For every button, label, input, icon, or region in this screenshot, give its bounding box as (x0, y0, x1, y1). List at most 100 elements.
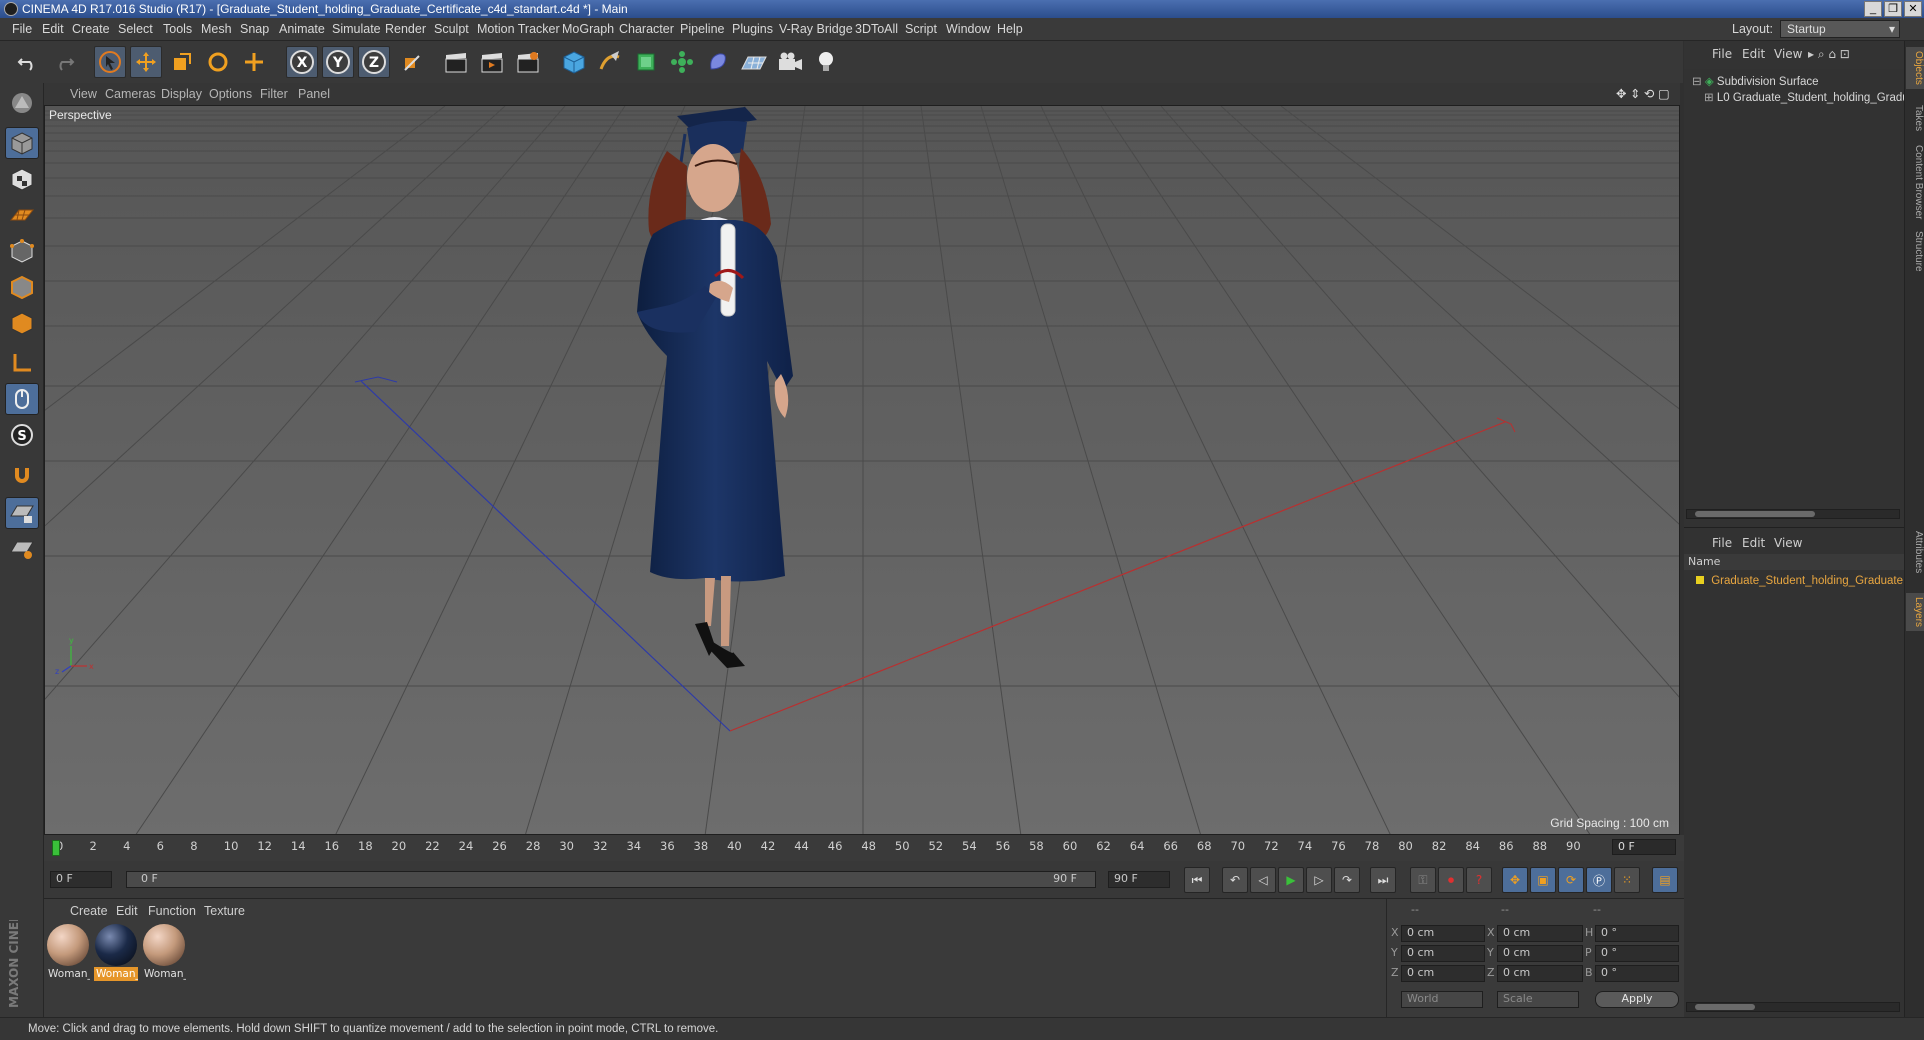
edges-mode-button[interactable] (5, 271, 39, 303)
apply-button[interactable]: Apply (1595, 991, 1679, 1008)
timeline-ticks[interactable]: 0246810121416182022242628303234363840424… (52, 838, 1604, 860)
position-z-field[interactable]: 0 cm (1401, 965, 1485, 982)
menu-mograph[interactable]: MoGraph (562, 22, 614, 36)
tab-takes[interactable]: Takes (1906, 101, 1924, 135)
layers-menu-edit[interactable]: Edit (1742, 536, 1765, 550)
size-x-field[interactable]: 0 cm (1497, 925, 1583, 942)
preview-range-slider[interactable]: 0 F 90 F (126, 871, 1096, 888)
menu-vray-bridge[interactable]: V-Ray Bridge (779, 22, 853, 36)
menu-render[interactable]: Render (385, 22, 426, 36)
pen-spline-button[interactable] (594, 46, 626, 78)
floor-button[interactable] (738, 46, 770, 78)
y-axis-lock-button[interactable]: Y (322, 46, 354, 78)
rotate-tool-button[interactable] (202, 46, 234, 78)
viewport-menu-display[interactable]: Display (161, 87, 202, 101)
move-tool-button[interactable] (130, 46, 162, 78)
menu-script[interactable]: Script (905, 22, 937, 36)
menu-edit[interactable]: Edit (42, 22, 64, 36)
menu-3dtoall[interactable]: 3DToAll (855, 22, 898, 36)
tab-structure[interactable]: Structure (1906, 227, 1924, 276)
menu-pipeline[interactable]: Pipeline (680, 22, 724, 36)
snapping-button[interactable] (5, 459, 39, 491)
camera-button[interactable] (774, 46, 806, 78)
end-frame-field[interactable]: 90 F (1108, 871, 1170, 888)
rotation-p-field[interactable]: 0 ° (1595, 945, 1679, 962)
menu-animate[interactable]: Animate (279, 22, 325, 36)
viewport-perspective[interactable]: y x z Perspective Grid Spacing : 100 cm (44, 105, 1680, 835)
render-view-button[interactable] (440, 46, 472, 78)
x-axis-lock-button[interactable]: X (286, 46, 318, 78)
position-x-field[interactable]: 0 cm (1401, 925, 1485, 942)
points-mode-button[interactable] (5, 235, 39, 267)
light-button[interactable] (810, 46, 842, 78)
menu-mesh[interactable]: Mesh (201, 22, 232, 36)
live-selection-button[interactable] (94, 46, 126, 78)
menu-character[interactable]: Character (619, 22, 674, 36)
go-to-start-button[interactable]: ⏮ (1184, 867, 1210, 893)
go-to-end-button[interactable]: ⏭ (1370, 867, 1396, 893)
transform-tool-button[interactable] (238, 46, 270, 78)
size-mode-dropdown[interactable]: Scale (1497, 991, 1579, 1008)
object-tree-scrollbar[interactable] (1686, 509, 1900, 519)
close-button[interactable]: ✕ (1904, 1, 1922, 17)
material-menu-create[interactable]: Create (70, 904, 108, 918)
layers-menu-view[interactable]: View (1774, 536, 1802, 550)
tab-layers[interactable]: Layers (1906, 593, 1924, 632)
layer-item[interactable]: Graduate_Student_holding_Graduate (1684, 572, 1904, 590)
objects-menu-view[interactable]: View (1774, 47, 1802, 61)
z-axis-lock-button[interactable]: Z (358, 46, 390, 78)
layers-scrollbar[interactable] (1686, 1002, 1900, 1012)
coordinate-system-button[interactable] (396, 46, 428, 78)
minimize-button[interactable]: _ (1864, 1, 1882, 17)
autokey-button[interactable]: ? (1466, 867, 1492, 893)
previous-frame-button[interactable]: ◁ (1250, 867, 1276, 893)
restore-button[interactable]: ❐ (1884, 1, 1902, 17)
layers-menu-file[interactable]: File (1712, 536, 1732, 550)
render-picture-viewer-button[interactable] (476, 46, 508, 78)
rotation-b-field[interactable]: 0 ° (1595, 965, 1679, 982)
timeline-window-button[interactable]: ▤ (1652, 867, 1678, 893)
render-settings-button[interactable] (512, 46, 544, 78)
viewport-menu-panel[interactable]: Panel (298, 87, 330, 101)
coordinate-system-dropdown[interactable]: World (1401, 991, 1483, 1008)
axis-mode-button[interactable] (5, 347, 39, 379)
tab-attributes[interactable]: Attributes (1906, 527, 1924, 577)
objects-menu-edit[interactable]: Edit (1742, 47, 1765, 61)
layout-dropdown[interactable]: Startup ▾ (1780, 20, 1900, 38)
material-menu-edit[interactable]: Edit (116, 904, 138, 918)
viewport-menu-view[interactable]: View (70, 87, 97, 101)
menu-window[interactable]: Window (946, 22, 990, 36)
tab-content-browser[interactable]: Content Browser (1906, 141, 1924, 223)
menu-help[interactable]: Help (997, 22, 1023, 36)
menu-create[interactable]: Create (72, 22, 110, 36)
texture-mode-button[interactable] (5, 163, 39, 195)
cube-button[interactable] (558, 46, 590, 78)
key-rotation-button[interactable]: ⟳ (1558, 867, 1584, 893)
menu-sculpt[interactable]: Sculpt (434, 22, 469, 36)
viewport-nav-icons[interactable]: ✥ ⇕ ⟲ ▢ (1616, 86, 1670, 101)
key-parameter-button[interactable]: Ⓟ (1586, 867, 1612, 893)
play-button[interactable]: ▶ (1278, 867, 1304, 893)
tab-objects[interactable]: Objects (1906, 47, 1924, 89)
key-pla-button[interactable]: ⁙ (1614, 867, 1640, 893)
key-position-button[interactable]: ✥ (1502, 867, 1528, 893)
menu-simulate[interactable]: Simulate (332, 22, 381, 36)
viewport-menu-cameras[interactable]: Cameras (105, 87, 156, 101)
redo-button[interactable] (48, 46, 80, 78)
material-menu-function[interactable]: Function (148, 904, 196, 918)
tree-item-graduate-model[interactable]: ⊞ L0 Graduate_Student_holding_Graduate (1684, 89, 1904, 107)
size-y-field[interactable]: 0 cm (1497, 945, 1583, 962)
menu-select[interactable]: Select (118, 22, 153, 36)
material-swatch-1[interactable]: Woman_ (46, 923, 90, 985)
expand-icon[interactable]: ⊞ (1704, 92, 1714, 104)
timeline-ruler[interactable]: 0246810121416182022242628303234363840424… (44, 835, 1684, 861)
record-button[interactable]: ⏺ (1438, 867, 1464, 893)
menu-tools[interactable]: Tools (163, 22, 192, 36)
menu-plugins[interactable]: Plugins (732, 22, 773, 36)
expand-icon[interactable]: ⊟ (1692, 76, 1702, 88)
viewport-menu-filter[interactable]: Filter (260, 87, 288, 101)
position-y-field[interactable]: 0 cm (1401, 945, 1485, 962)
menu-motion-tracker[interactable]: Motion Tracker (477, 22, 560, 36)
previous-key-button[interactable]: ↶ (1222, 867, 1248, 893)
motion-record-button[interactable]: ⚿ (1410, 867, 1436, 893)
